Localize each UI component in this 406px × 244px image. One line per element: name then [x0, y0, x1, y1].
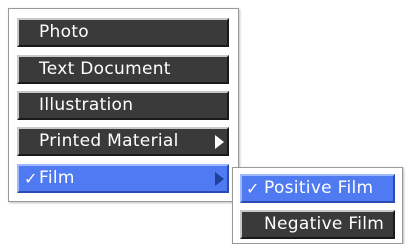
document-type-menu: Photo Text Document Illustration Printed…: [8, 8, 239, 202]
submenu-item-label: Negative Film: [264, 214, 385, 234]
submenu-item-positive-film[interactable]: ✓ Positive Film: [240, 174, 395, 203]
menu-item-printed-material[interactable]: Printed Material: [17, 127, 229, 156]
checkmark-icon: ✓: [246, 179, 260, 198]
menu-item-label: Illustration: [39, 95, 134, 115]
submenu-item-negative-film[interactable]: Negative Film: [240, 210, 395, 239]
submenu-arrow-icon: [215, 172, 224, 186]
menu-item-film[interactable]: ✓ Film: [17, 164, 229, 193]
menu-item-label: Printed Material: [39, 131, 179, 151]
menu-item-label: Film: [39, 168, 75, 188]
menu-item-label: Text Document: [39, 59, 171, 79]
submenu-arrow-icon: [215, 135, 224, 149]
film-submenu: ✓ Positive Film Negative Film: [232, 167, 403, 244]
menu-item-text-document[interactable]: Text Document: [17, 55, 229, 84]
checkmark-icon: ✓: [24, 169, 38, 188]
submenu-item-label: Positive Film: [264, 178, 374, 198]
menu-item-illustration[interactable]: Illustration: [17, 91, 229, 120]
menu-item-photo[interactable]: Photo: [17, 18, 229, 47]
menu-item-label: Photo: [39, 22, 89, 42]
